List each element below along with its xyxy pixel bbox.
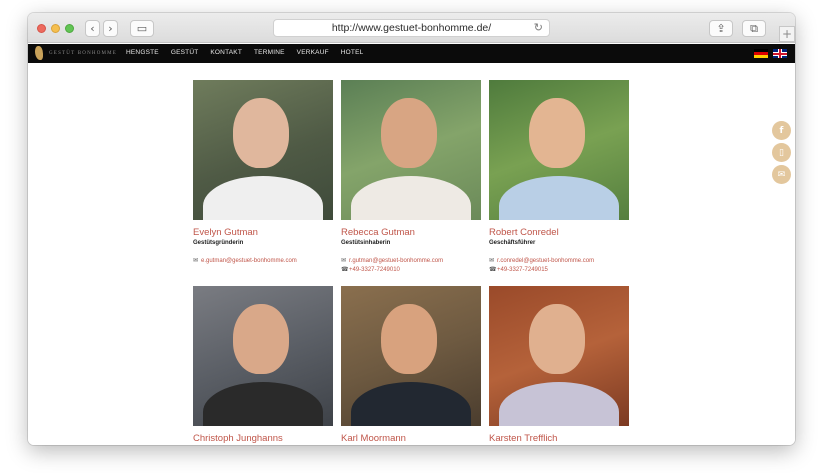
new-tab-button[interactable]: + bbox=[779, 26, 795, 42]
close-window-button[interactable] bbox=[37, 24, 46, 33]
person-phone[interactable]: +49-3327-7249010 bbox=[349, 267, 400, 273]
person-name: Rebecca Gutman bbox=[341, 227, 415, 238]
mail-icon: ✉ bbox=[341, 257, 347, 264]
url-text: http://www.gestuet-bonhomme.de/ bbox=[331, 22, 492, 34]
phone-icon: ☎ bbox=[489, 266, 497, 273]
nav-item-gestuet[interactable]: GESTÜT bbox=[171, 49, 199, 56]
minimize-window-button[interactable] bbox=[51, 24, 60, 33]
german-flag-icon[interactable] bbox=[754, 49, 768, 58]
phone-icon: ☎ bbox=[341, 266, 349, 273]
sidebar-icon: ▭ bbox=[136, 22, 148, 35]
nav-item-termine[interactable]: TERMINE bbox=[254, 49, 285, 56]
person-email[interactable]: r.gutman@gestuet-bonhomme.com bbox=[349, 258, 443, 264]
sidebar-button[interactable]: ▭ bbox=[130, 20, 154, 37]
mobile-icon[interactable]: ▯ bbox=[772, 143, 791, 162]
tabs-overview-button[interactable]: ⧉ bbox=[742, 20, 766, 37]
nav-links: HENGSTE GESTÜT KONTAKT TERMINE VERKAUF H… bbox=[126, 49, 375, 56]
browser-toolbar: ‹ › ▭ http://www.gestuet-bonhomme.de/ ↻ … bbox=[28, 13, 795, 43]
portrait-photo bbox=[489, 80, 629, 220]
person-name: Evelyn Gutman bbox=[193, 227, 258, 238]
person-phone[interactable]: +49-3327-7249015 bbox=[497, 267, 548, 273]
person-name: Christoph Junghanns bbox=[193, 433, 283, 444]
chevron-right-icon: › bbox=[108, 22, 113, 35]
plus-icon: + bbox=[781, 27, 793, 41]
team-card: Evelyn Gutman Gestütsgründerin ✉ e.gutman… bbox=[193, 80, 333, 265]
mail-icon: ✉ bbox=[193, 257, 199, 264]
nav-item-hengste[interactable]: HENGSTE bbox=[126, 49, 159, 56]
portrait-photo bbox=[489, 286, 629, 426]
team-card: Rebecca Gutman Gestütsinhaberin ✉ r.gutma… bbox=[341, 80, 481, 274]
back-button[interactable]: ‹ bbox=[85, 20, 100, 37]
portrait-photo bbox=[193, 286, 333, 426]
team-card: Robert Conredel Geschäftsführer ✉ r.conre… bbox=[489, 80, 629, 274]
team-card: Karsten Trefflich bbox=[489, 286, 629, 444]
nav-item-hotel[interactable]: HOTEL bbox=[341, 49, 364, 56]
person-email[interactable]: r.conredel@gestuet-bonhomme.com bbox=[497, 258, 594, 264]
person-role: Gestütsinhaberin bbox=[341, 240, 391, 246]
team-card: Christoph Junghanns bbox=[193, 286, 333, 444]
site-logo[interactable]: GESTÜT BONHOMME bbox=[35, 46, 117, 60]
person-name: Robert Conredel bbox=[489, 227, 559, 238]
person-email[interactable]: e.gutman@gestuet-bonhomme.com bbox=[201, 258, 297, 264]
person-role: Geschäftsführer bbox=[489, 240, 536, 246]
mail-share-icon[interactable]: ✉ bbox=[772, 165, 791, 184]
facebook-icon[interactable]: f bbox=[772, 121, 791, 140]
chevron-left-icon: ‹ bbox=[90, 22, 95, 35]
browser-window: ‹ › ▭ http://www.gestuet-bonhomme.de/ ↻ … bbox=[28, 13, 795, 445]
reload-icon[interactable]: ↻ bbox=[534, 21, 543, 34]
forward-button[interactable]: › bbox=[103, 20, 118, 37]
person-name: Karl Moormann bbox=[341, 433, 406, 444]
logo-text: GESTÜT BONHOMME bbox=[49, 50, 118, 56]
team-card: Karl Moormann bbox=[341, 286, 481, 444]
address-bar[interactable]: http://www.gestuet-bonhomme.de/ ↻ bbox=[273, 19, 550, 37]
team-section: Evelyn Gutman Gestütsgründerin ✉ e.gutman… bbox=[28, 63, 795, 445]
mail-icon: ✉ bbox=[489, 257, 495, 264]
tabs-icon: ⧉ bbox=[750, 21, 758, 35]
portrait-photo bbox=[341, 286, 481, 426]
uk-flag-icon[interactable] bbox=[773, 49, 787, 58]
share-button[interactable]: ⇪ bbox=[709, 20, 733, 37]
horse-logo-icon bbox=[35, 46, 43, 60]
person-role: Gestütsgründerin bbox=[193, 240, 244, 246]
zoom-window-button[interactable] bbox=[65, 24, 74, 33]
person-name: Karsten Trefflich bbox=[489, 433, 558, 444]
nav-item-verkauf[interactable]: VERKAUF bbox=[297, 49, 329, 56]
site-navigation: GESTÜT BONHOMME HENGSTE GESTÜT KONTAKT T… bbox=[28, 44, 795, 63]
portrait-photo bbox=[341, 80, 481, 220]
share-icon: ⇪ bbox=[716, 22, 726, 35]
portrait-photo bbox=[193, 80, 333, 220]
nav-item-kontakt[interactable]: KONTAKT bbox=[210, 49, 242, 56]
